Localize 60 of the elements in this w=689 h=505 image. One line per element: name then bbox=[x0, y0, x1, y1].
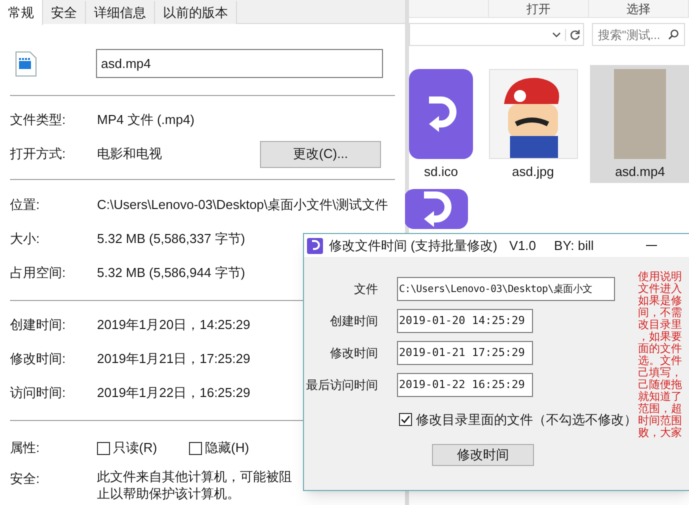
author-label: BY: bill bbox=[554, 236, 594, 255]
field-label: 安全: bbox=[10, 470, 41, 488]
checkbox-label: 隐藏(H) bbox=[205, 439, 250, 458]
checkbox[interactable] bbox=[399, 413, 412, 426]
field-label: 创建时间 bbox=[329, 313, 378, 330]
field-value: 2019年1月21日，17:25:29 bbox=[97, 350, 250, 368]
field-value: MP4 文件 (.mp4) bbox=[97, 111, 195, 130]
checkbox[interactable] bbox=[97, 442, 110, 454]
input-field[interactable]: 2019-01-21 17:25:29 bbox=[397, 341, 533, 365]
field-label: 打开方式: bbox=[10, 145, 67, 164]
file-tile[interactable]: sd.ico bbox=[395, 65, 487, 182]
field-label: 文件 bbox=[353, 281, 378, 298]
video-file-icon bbox=[15, 50, 37, 76]
ribbon-label[interactable]: 打开 bbox=[526, 0, 550, 17]
minimize-icon[interactable] bbox=[646, 244, 657, 246]
field-label: 文件类型: bbox=[10, 111, 67, 130]
field-label: 创建时间: bbox=[10, 316, 67, 334]
field-label: 大小: bbox=[10, 230, 41, 248]
field-value: 2019年1月22日，16:25:29 bbox=[97, 384, 250, 402]
input-field[interactable]: 2019-01-22 16:25:29 bbox=[397, 373, 533, 397]
refresh-icon[interactable] bbox=[565, 28, 581, 40]
file-tile[interactable]: asd.jpg bbox=[487, 65, 579, 182]
checkbox-label: 只读(R) bbox=[113, 439, 158, 458]
file-name: asd.jpg bbox=[512, 163, 554, 181]
instructions-text: 使用说明 文件进入 如果是修 间，不需 改目录里 ，如果要 面的文件 选。文件 己填写， 己随便拖 就知道了 范围，超 时间范围 败，大家 bbox=[638, 271, 683, 441]
search-icon bbox=[668, 29, 679, 40]
change-button[interactable]: 更改(C)... bbox=[260, 140, 381, 168]
field-label: 属性: bbox=[10, 439, 41, 458]
file-name: sd.ico bbox=[424, 163, 458, 181]
app-logo-icon bbox=[307, 238, 323, 254]
field-label: 最后访问时间 bbox=[305, 377, 378, 394]
tab[interactable]: 常规 bbox=[0, 0, 43, 25]
window-title: 修改文件时间 (支持批量修改) bbox=[329, 236, 498, 255]
file-name-field[interactable]: asd.mp4 bbox=[96, 49, 383, 78]
field-value: C:\Users\Lenovo-03\Desktop\桌面小文件\测试文件 bbox=[97, 196, 388, 214]
ribbon-label[interactable]: 选择 bbox=[626, 0, 650, 17]
field-label: 访问时间: bbox=[10, 384, 67, 402]
field-value: 2019年1月20日，14:25:29 bbox=[97, 316, 250, 334]
field-value: 5.32 MB (5,586,337 字节) bbox=[97, 230, 246, 248]
field-value: 5.32 MB (5,586,944 字节) bbox=[97, 264, 246, 282]
input-field[interactable]: 2019-01-20 14:25:29 bbox=[397, 309, 533, 333]
modify-time-button[interactable]: 修改时间 bbox=[432, 444, 534, 466]
field-label: 占用空间: bbox=[10, 264, 67, 282]
search-field[interactable]: 搜索"测试... bbox=[592, 23, 685, 46]
field-label: 修改时间: bbox=[10, 350, 67, 368]
tab[interactable]: 以前的版本 bbox=[155, 1, 237, 24]
file-tile[interactable]: asd.mp4 bbox=[590, 65, 689, 183]
field-label: 位置: bbox=[10, 196, 41, 214]
input-field[interactable]: C:\Users\Lenovo-03\Desktop\桌面小文 bbox=[397, 277, 615, 301]
field-value: 电影和电视 bbox=[97, 145, 162, 164]
tab[interactable]: 详细信息 bbox=[86, 1, 155, 24]
chevron-down-icon[interactable] bbox=[552, 32, 561, 38]
file-name: asd.mp4 bbox=[615, 163, 665, 181]
tab[interactable]: 安全 bbox=[43, 1, 86, 24]
checkbox[interactable] bbox=[189, 442, 202, 454]
field-label: 修改时间 bbox=[329, 345, 378, 362]
app-icon bbox=[409, 69, 473, 159]
version-label: V1.0 bbox=[509, 236, 536, 255]
checkbox-label: 修改目录里面的文件（不勾选不修改） bbox=[416, 411, 637, 429]
security-text: 此文件来自其他计算机，可能被阻止以帮助保护该计算机。 bbox=[97, 468, 293, 502]
